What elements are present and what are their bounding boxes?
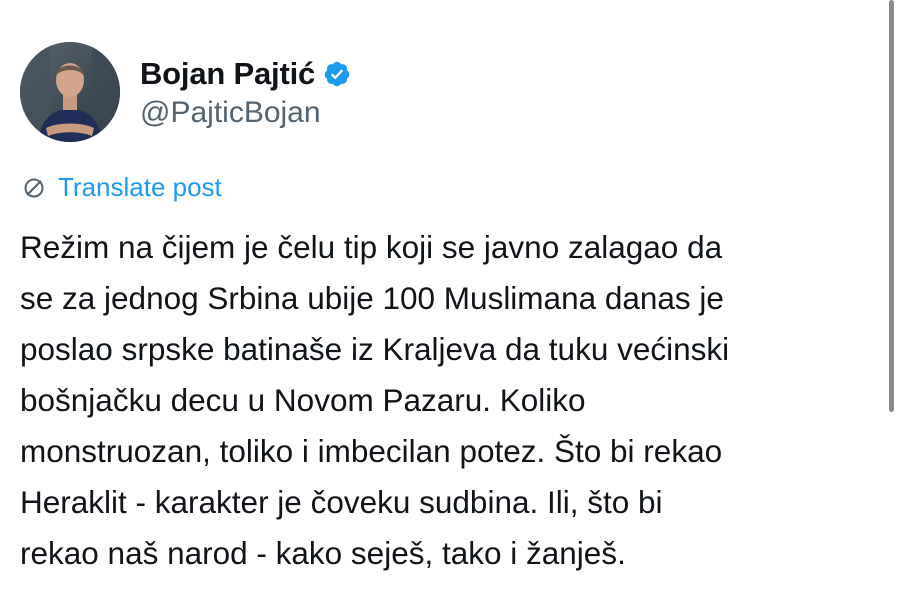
user-info: Bojan Pajtić @PajticBojan <box>140 54 351 130</box>
translate-post-link[interactable]: Translate post <box>22 172 222 203</box>
avatar[interactable] <box>20 42 120 142</box>
avatar-photo <box>20 42 120 142</box>
verified-badge-icon <box>323 60 351 88</box>
translate-globe-icon <box>22 176 46 200</box>
name-row: Bojan Pajtić <box>140 54 351 94</box>
post-text: Režim na čijem je čelu tip koji se javno… <box>20 229 730 571</box>
scrollbar[interactable] <box>889 0 894 412</box>
tweet-view: Bojan Pajtić @PajticBojan Translate post… <box>0 0 900 613</box>
translate-post-label: Translate post <box>58 172 222 202</box>
display-name[interactable]: Bojan Pajtić <box>140 56 315 92</box>
user-handle[interactable]: @PajticBojan <box>140 96 351 130</box>
post-header: Bojan Pajtić @PajticBojan <box>20 42 351 142</box>
